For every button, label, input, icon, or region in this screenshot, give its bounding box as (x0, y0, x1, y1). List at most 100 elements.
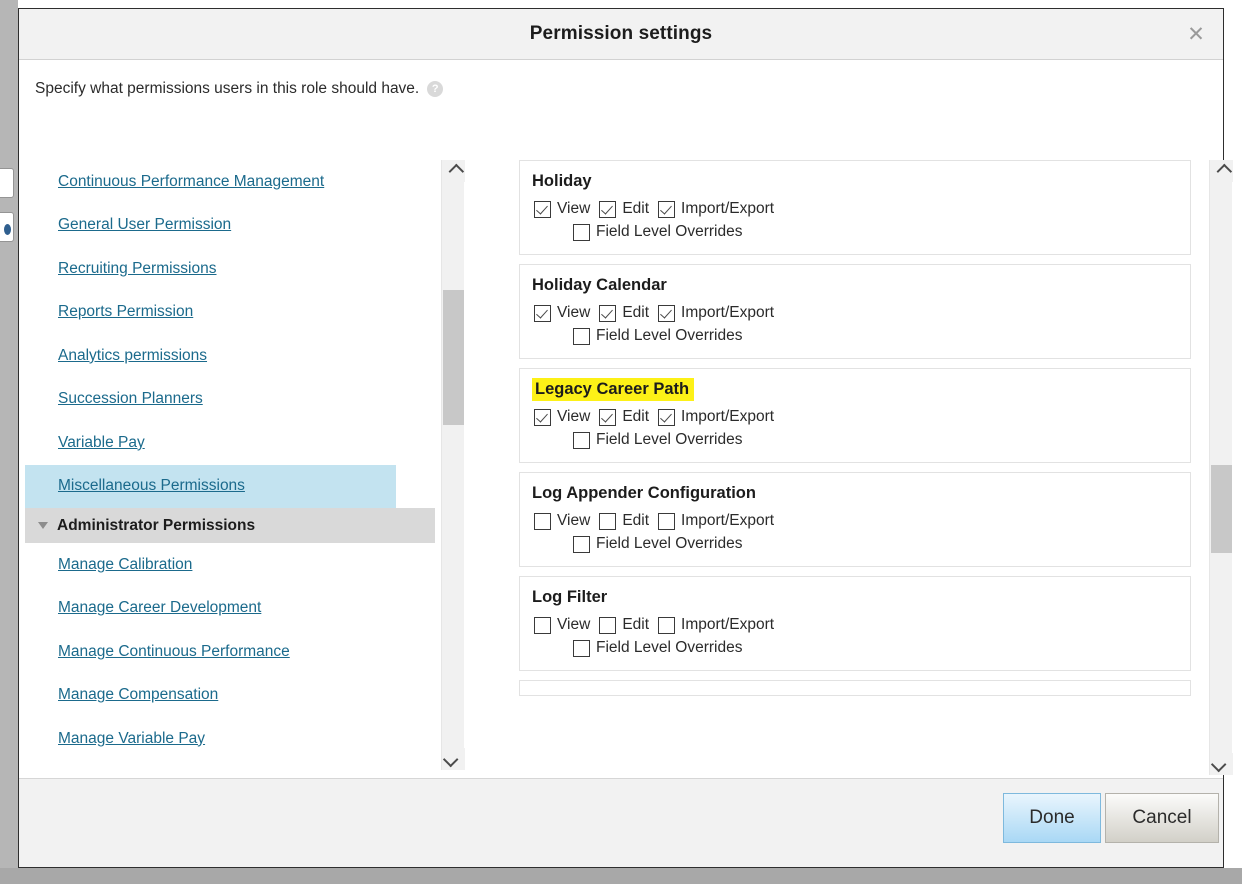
permission-card: Legacy Career Path View Edit Import/Export F… (519, 368, 1191, 463)
checkbox-label: View (557, 408, 591, 425)
help-icon[interactable]: ? (427, 81, 444, 97)
sidebar-item-general-user-permission[interactable]: General User Permission (25, 204, 441, 248)
scrollbar-thumb[interactable] (1211, 465, 1232, 553)
checkbox-label: Import/Export (681, 200, 775, 217)
sidebar-item-manage-variable-pay[interactable]: Manage Variable Pay (25, 717, 441, 761)
checkbox-label: Edit (622, 512, 650, 529)
scroll-up-icon[interactable] (1210, 160, 1233, 182)
sidebar-item-label: Miscellaneous Permissions (58, 477, 245, 495)
permission-card-panel: Holiday View Edit Import/Export Field Level … (501, 160, 1209, 775)
permission-card: Log Appender Configuration View Edit Import… (519, 472, 1191, 567)
permission-item-import-export: Import/Export (658, 200, 774, 218)
sidebar-item-variable-pay[interactable]: Variable Pay (25, 421, 441, 465)
sidebar-item-manage-continuous-performance[interactable]: Manage Continuous Performance (25, 630, 441, 674)
permission-item-field-level-overrides: Field Level Overrides (520, 639, 1190, 657)
checkbox-label: Field Level Overrides (596, 223, 743, 240)
checkbox-edit[interactable] (599, 200, 617, 218)
sidebar-item-label: Manage Career Development (58, 599, 262, 617)
scroll-down-icon[interactable] (1210, 753, 1233, 775)
permission-toggle-row: View Edit Import/Export (520, 408, 1190, 426)
checkbox-import-export[interactable] (658, 616, 676, 634)
dialog-description: Specify what permissions users in this r… (35, 80, 444, 98)
checkbox-view[interactable] (534, 512, 551, 530)
checkbox-view[interactable] (534, 408, 551, 426)
checkbox-label: Edit (622, 616, 650, 633)
permission-toggle-row: View Edit Import/Export (520, 304, 1190, 322)
sidebar-item-label: General User Permission (58, 216, 232, 234)
permission-item-view: View (534, 304, 590, 322)
checkbox-import-export[interactable] (658, 200, 676, 218)
permission-item-view: View (534, 200, 590, 218)
checkbox-field-level-overrides[interactable] (573, 223, 590, 241)
sidebar-item-label: Recruiting Permissions (58, 259, 217, 277)
checkbox-edit[interactable] (599, 616, 617, 634)
permission-item-field-level-overrides: Field Level Overrides (520, 431, 1190, 449)
sidebar-item-manage-career-development[interactable]: Manage Career Development (25, 587, 441, 631)
checkbox-label: Import/Export (681, 616, 775, 633)
permission-item-edit: Edit (599, 512, 649, 530)
permission-toggle-row: View Edit Import/Export (520, 512, 1190, 530)
checkbox-import-export[interactable] (658, 512, 676, 530)
sidebar-item-label: Manage Variable Pay (58, 729, 206, 747)
background-left-rail (0, 0, 18, 868)
checkbox-view[interactable] (534, 200, 551, 218)
scroll-up-icon[interactable] (442, 160, 465, 182)
sidebar-item-label: Manage Continuous Performance (58, 642, 290, 660)
checkbox-label: View (557, 200, 591, 217)
sidebar-item-continuous-performance-management[interactable]: Continuous Performance Management (25, 160, 441, 204)
checkbox-edit[interactable] (599, 512, 617, 530)
permission-item-field-level-overrides: Field Level Overrides (520, 535, 1190, 553)
sidebar-item-label: Variable Pay (58, 433, 145, 451)
permission-toggle-row: View Edit Import/Export (520, 200, 1190, 218)
sidebar-item-label: Analytics permissions (58, 346, 208, 364)
sidebar-item-label: Reports Permission (58, 303, 194, 321)
dialog-body: Specify what permissions users in this r… (19, 60, 1233, 778)
checkbox-field-level-overrides[interactable] (573, 535, 590, 553)
scroll-down-icon[interactable] (442, 748, 465, 770)
permission-item-import-export: Import/Export (658, 408, 774, 426)
permission-item-field-level-overrides: Field Level Overrides (520, 223, 1190, 241)
checkbox-label: Import/Export (681, 408, 775, 425)
background-bottom-strip (0, 868, 1242, 884)
checkbox-edit[interactable] (599, 304, 617, 322)
permission-card: Holiday Calendar View Edit Import/Export Fie… (519, 264, 1191, 359)
category-list-scrollbar[interactable] (441, 160, 465, 770)
permission-card-title: Log Appender Configuration (532, 484, 756, 502)
checkbox-import-export[interactable] (658, 408, 676, 426)
checkbox-label: View (557, 304, 591, 321)
permission-item-edit: Edit (599, 200, 649, 218)
permission-item-view: View (534, 408, 590, 426)
permission-category-list: Continuous Performance Management General… (25, 160, 441, 761)
checkbox-label: View (557, 616, 591, 633)
permission-card-title: Log Filter (532, 588, 608, 606)
sidebar-item-miscellaneous-permissions[interactable]: Miscellaneous Permissions (25, 464, 396, 508)
sidebar-section-administrator-permissions[interactable]: Administrator Permissions (25, 508, 435, 543)
checkbox-field-level-overrides[interactable] (573, 639, 590, 657)
checkbox-view[interactable] (534, 616, 551, 634)
permission-card-title: Legacy Career Path (520, 378, 695, 401)
checkbox-label: Import/Export (681, 304, 775, 321)
permission-card-title: Holiday Calendar (532, 276, 667, 294)
sidebar-item-manage-compensation[interactable]: Manage Compensation (25, 674, 441, 718)
checkbox-view[interactable] (534, 304, 551, 322)
cancel-button[interactable]: Cancel (1105, 793, 1219, 843)
sidebar-item-reports-permission[interactable]: Reports Permission (25, 291, 441, 335)
sidebar-item-analytics-permissions[interactable]: Analytics permissions (25, 334, 441, 378)
checkbox-field-level-overrides[interactable] (573, 431, 590, 449)
sidebar-item-succession-planners[interactable]: Succession Planners (25, 378, 441, 422)
checkbox-edit[interactable] (599, 408, 617, 426)
close-icon[interactable]: ✕ (1183, 21, 1209, 47)
checkbox-import-export[interactable] (658, 304, 676, 322)
sidebar-item-label: Continuous Performance Management (58, 172, 325, 190)
sidebar-item-label: Manage Compensation (58, 686, 219, 704)
permission-item-edit: Edit (599, 616, 649, 634)
sidebar-item-recruiting-permissions[interactable]: Recruiting Permissions (25, 247, 441, 291)
dialog-footer: Done Cancel (19, 778, 1223, 867)
scrollbar-thumb[interactable] (443, 290, 464, 425)
dialog-title: Permission settings (529, 23, 713, 44)
done-button[interactable]: Done (1003, 793, 1101, 843)
sidebar-item-manage-calibration[interactable]: Manage Calibration (25, 543, 441, 587)
permission-card-scrollbar[interactable] (1209, 160, 1233, 775)
permission-card-partial (519, 680, 1191, 696)
checkbox-field-level-overrides[interactable] (573, 327, 590, 345)
